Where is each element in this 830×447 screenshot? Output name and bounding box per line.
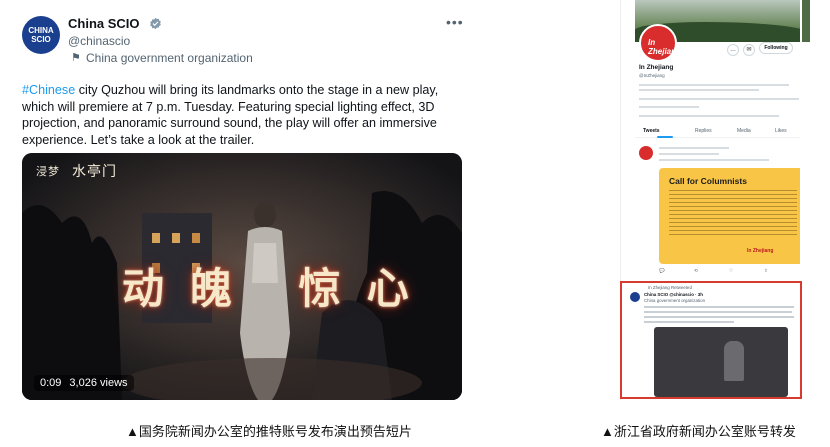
avatar-text-line-1: CHINA bbox=[28, 26, 54, 35]
side-strip bbox=[800, 0, 830, 400]
side-image bbox=[802, 0, 810, 42]
page: CHINA SCIO China SCIO @chinascio ⚑ China… bbox=[0, 0, 830, 447]
flag-icon: ⚑ bbox=[71, 52, 81, 64]
caption-left: ▲国务院新闻办公室的推特账号发布演出预告短片 bbox=[126, 424, 412, 439]
tab-replies[interactable]: Replies bbox=[695, 128, 712, 134]
mail-icon[interactable]: ✉ bbox=[743, 44, 755, 56]
account-name[interactable]: China SCIO bbox=[68, 16, 140, 31]
video-meta: 0:09 3,026 views bbox=[34, 375, 134, 391]
profile-tabs: Tweets Replies Media Likes bbox=[635, 126, 810, 138]
caption-right: ▲浙江省政府新闻办公室账号转发 bbox=[601, 424, 796, 439]
profile-handle: @InZhejiang bbox=[639, 73, 665, 78]
retweet-video-thumbnail[interactable] bbox=[654, 327, 788, 397]
verified-badge-icon bbox=[150, 17, 161, 30]
video-stamp-large: 水亭门 bbox=[72, 164, 117, 180]
card-text-lines bbox=[669, 190, 797, 238]
card-title: Call for Columnists bbox=[669, 176, 747, 186]
retweet-avatar bbox=[630, 292, 640, 302]
tweet-text: #Chinese city Quzhou will bring its land… bbox=[22, 82, 462, 148]
hashtag-link[interactable]: #Chinese bbox=[22, 83, 75, 97]
tab-underline bbox=[657, 136, 673, 138]
retweet-affiliation: China government organization bbox=[644, 298, 706, 303]
tab-tweets[interactable]: Tweets bbox=[643, 128, 660, 134]
tweet-header: CHINA SCIO China SCIO @chinascio ⚑ China… bbox=[14, 12, 472, 72]
like-icon[interactable]: ♡ bbox=[729, 268, 764, 274]
tweet-body: city Quzhou will bring its landmarks ont… bbox=[22, 83, 439, 147]
profile-avatar[interactable]: In Zhejiang bbox=[639, 24, 681, 62]
reply-icon[interactable]: 💬 bbox=[659, 268, 694, 274]
retweet-account: China SCIO @chinascio · 3h bbox=[644, 292, 703, 297]
tweet-actions: 💬 ⟲ ♡ ⇪ bbox=[659, 268, 809, 274]
avatar[interactable]: CHINA SCIO bbox=[22, 16, 60, 54]
card-logo: In Zhejiang bbox=[747, 248, 774, 254]
retweet-video-figure bbox=[724, 341, 744, 381]
share-icon[interactable]: ⇪ bbox=[764, 268, 799, 274]
retweet-header: In Zhejiang Retweeted bbox=[648, 285, 692, 290]
video-views: 3,026 views bbox=[69, 377, 128, 389]
profile-avatar-text: In Zhejiang bbox=[648, 38, 681, 56]
video-player[interactable]: 浸梦 水亭门 动魄 惊心 0:09 3,026 views bbox=[22, 153, 462, 400]
columnist-card-image[interactable]: Call for Columnists In Zhejiang bbox=[659, 168, 809, 264]
video-stamp-small: 浸梦 bbox=[36, 165, 60, 178]
following-button[interactable]: Following bbox=[759, 42, 793, 54]
tweet-card: CHINA SCIO China SCIO @chinascio ⚑ China… bbox=[14, 12, 472, 400]
profile-name: In Zhejiang bbox=[639, 64, 674, 71]
more-icon[interactable]: … bbox=[727, 44, 739, 56]
account-handle[interactable]: @chinascio bbox=[68, 34, 130, 48]
tab-likes[interactable]: Likes bbox=[775, 128, 787, 134]
affiliation-label: China government organization bbox=[86, 51, 253, 65]
video-duration: 0:09 bbox=[40, 377, 62, 389]
retweet-icon[interactable]: ⟲ bbox=[694, 268, 729, 274]
more-options-button[interactable]: ••• bbox=[446, 14, 464, 30]
tab-media[interactable]: Media bbox=[737, 128, 751, 134]
video-title-overlay: 动魄 惊心 bbox=[122, 264, 435, 313]
retweet-highlight-box[interactable]: In Zhejiang Retweeted China SCIO @chinas… bbox=[620, 281, 802, 399]
avatar-text-line-2: SCIO bbox=[31, 35, 51, 44]
